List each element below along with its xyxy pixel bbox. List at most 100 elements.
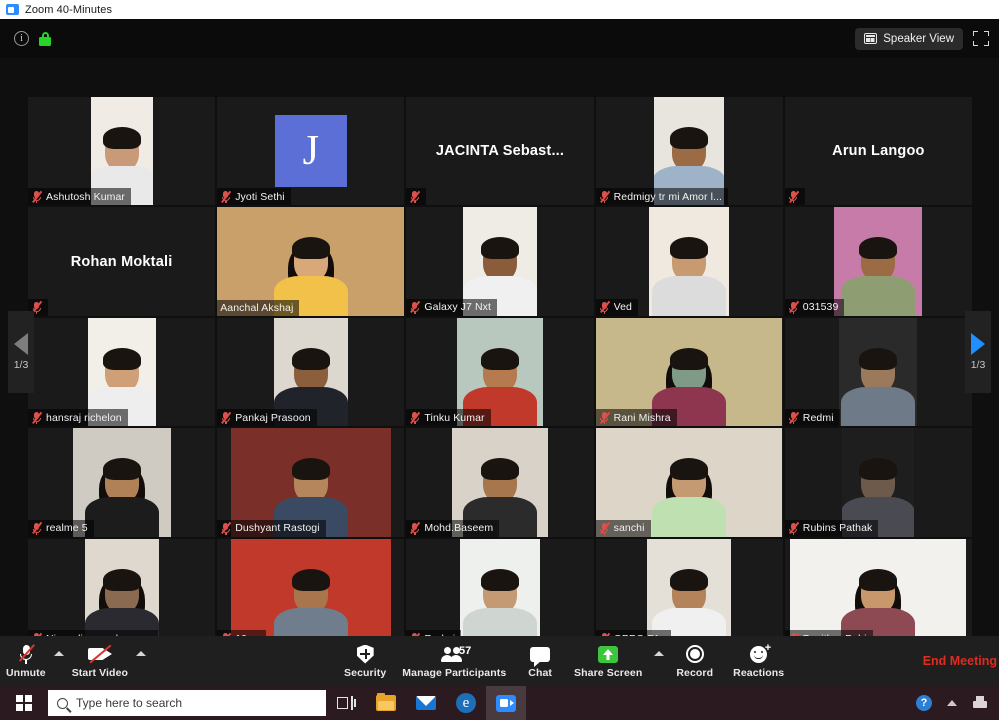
microphone-muted-icon	[599, 521, 610, 535]
participant-tile[interactable]: Aanchal Akshaj	[217, 207, 405, 316]
page-indicator-right: 1/3	[970, 359, 986, 371]
chevron-right-icon	[971, 333, 985, 355]
share-screen-icon	[598, 645, 619, 663]
security-label: Security	[344, 667, 387, 679]
zoom-icon	[6, 4, 19, 15]
grid-view-icon	[864, 33, 878, 44]
participant-tile[interactable]: Redmigy tr mi Amor l...	[595, 97, 783, 206]
windows-taskbar: Type here to search e ?	[0, 686, 999, 720]
lock-icon[interactable]	[39, 31, 51, 46]
participant-tile[interactable]: Redmi	[406, 538, 594, 647]
microphone-muted-icon	[31, 521, 42, 535]
participant-tile[interactable]: Rani Mishra	[595, 317, 783, 427]
participants-count: 57	[459, 645, 472, 657]
taskbar-search-input[interactable]: Type here to search	[48, 690, 326, 716]
participant-namebar: Pankaj Prasoon	[217, 409, 317, 427]
security-button[interactable]: Security	[338, 636, 392, 686]
participant-name: Ved	[613, 301, 632, 314]
participant-name-centered: Arun Langoo	[832, 143, 925, 160]
system-tray: ?	[915, 694, 999, 712]
share-screen-button[interactable]: Share Screen	[564, 636, 652, 686]
manage-participants-button[interactable]: 57 Manage Participants	[392, 636, 516, 686]
speaker-view-button[interactable]: Speaker View	[855, 27, 963, 50]
participant-namebar: realme 5	[28, 519, 94, 537]
microphone-muted-icon	[788, 411, 799, 425]
video-grid-area: 1/3 1/3 Ashutosh Kumar J Jyoti Sethi JACINT…	[0, 58, 999, 647]
task-view-button[interactable]	[326, 686, 366, 720]
help-icon[interactable]: ?	[915, 694, 933, 712]
participant-tile[interactable]: realme 5	[28, 428, 216, 537]
microphone-muted-icon	[409, 190, 421, 204]
participant-namebar: hansraj richelon	[28, 409, 128, 427]
participant-tile[interactable]: hansraj richelon	[28, 317, 216, 427]
participant-tile[interactable]: Ved	[595, 207, 783, 316]
microphone-muted-icon	[220, 190, 232, 204]
reactions-button[interactable]: + Reactions	[723, 636, 794, 686]
audio-options-chevron-icon[interactable]	[53, 650, 64, 656]
participant-name: 031539	[802, 301, 839, 314]
window-title: Zoom 40-Minutes	[25, 3, 113, 16]
microphone-muted-icon	[18, 644, 36, 664]
participant-tile[interactable]: sanchi	[595, 428, 783, 537]
info-icon[interactable]: i	[14, 31, 29, 46]
record-circle-icon	[685, 645, 704, 663]
microphone-muted-icon	[220, 411, 232, 425]
windows-start-icon	[16, 695, 32, 711]
microphone-muted-icon	[788, 521, 799, 535]
participant-tile[interactable]: Mohd.Baseem	[406, 428, 594, 537]
participant-tile[interactable]: Pavithra Pabi	[784, 538, 972, 647]
participant-tile[interactable]: Galaxy J7 Nxt	[406, 207, 594, 316]
participant-namebar: 031539	[784, 298, 845, 316]
participant-tile[interactable]: Nirrmali suren burag...	[28, 538, 216, 647]
zoom-app-icon[interactable]	[486, 686, 526, 720]
participant-tile[interactable]: Ashutosh Kumar	[28, 97, 216, 206]
participant-name-centered: JACINTA Sebast...	[435, 143, 565, 160]
participant-namebar: Ashutosh Kumar	[28, 188, 132, 206]
next-page-button[interactable]: 1/3	[965, 311, 991, 393]
participant-tile[interactable]: 031539	[784, 207, 972, 316]
participant-tile[interactable]: JACINTA Sebast...	[406, 97, 594, 206]
participant-tile[interactable]: J Jyoti Sethi	[217, 97, 405, 206]
participant-tile[interactable]: Tinku Kumar	[406, 317, 594, 427]
participant-name: Redmi	[802, 411, 834, 424]
windows-start-button[interactable]	[0, 686, 48, 720]
participant-tile[interactable]: OPPO F1s	[595, 538, 783, 647]
show-hidden-icons-icon[interactable]	[943, 694, 961, 712]
record-label: Record	[676, 667, 714, 679]
meeting-toolbar: Unmute Start Video Security 57 Manage Pa…	[0, 636, 999, 686]
microphone-muted-icon	[220, 521, 232, 535]
participant-tile[interactable]: Redmi	[784, 317, 972, 427]
participant-tile[interactable]: 10.or	[217, 538, 405, 647]
fullscreen-icon[interactable]	[973, 31, 989, 46]
mail-icon[interactable]	[406, 686, 446, 720]
previous-page-button[interactable]: 1/3	[8, 311, 34, 393]
edge-browser-icon[interactable]: e	[446, 686, 486, 720]
record-button[interactable]: Record	[666, 636, 723, 686]
unmute-label: Unmute	[6, 667, 46, 679]
share-screen-label: Share Screen	[574, 667, 643, 679]
file-explorer-icon[interactable]	[366, 686, 406, 720]
start-video-button[interactable]: Start Video	[66, 636, 134, 686]
page-indicator-left: 1/3	[13, 359, 29, 371]
end-meeting-button[interactable]: End Meeting	[923, 654, 999, 668]
participant-tile[interactable]: Rubins Pathak	[784, 428, 972, 537]
microphone-muted-icon	[599, 190, 610, 204]
task-view-icon	[337, 696, 356, 710]
chat-button[interactable]: Chat	[516, 636, 564, 686]
meeting-topbar-right: Speaker View	[855, 27, 991, 50]
shield-icon	[356, 644, 374, 664]
video-options-chevron-icon[interactable]	[136, 650, 147, 656]
share-options-chevron-icon[interactable]	[654, 650, 665, 656]
participant-tile[interactable]: Rohan Moktali	[28, 207, 216, 316]
search-icon	[57, 697, 68, 709]
avatar: J	[274, 115, 347, 188]
camera-off-icon	[87, 644, 112, 664]
reactions-label: Reactions	[733, 667, 785, 679]
participant-tile[interactable]: Dushyant Rastogi	[217, 428, 405, 537]
participant-name: Ashutosh Kumar	[46, 190, 126, 203]
participant-tile[interactable]: Arun Langoo	[784, 97, 972, 206]
participant-tile[interactable]: Pankaj Prasoon	[217, 317, 405, 427]
unmute-button[interactable]: Unmute	[0, 636, 52, 686]
participant-namebar: sanchi	[595, 519, 651, 537]
printer-icon[interactable]	[971, 694, 989, 712]
